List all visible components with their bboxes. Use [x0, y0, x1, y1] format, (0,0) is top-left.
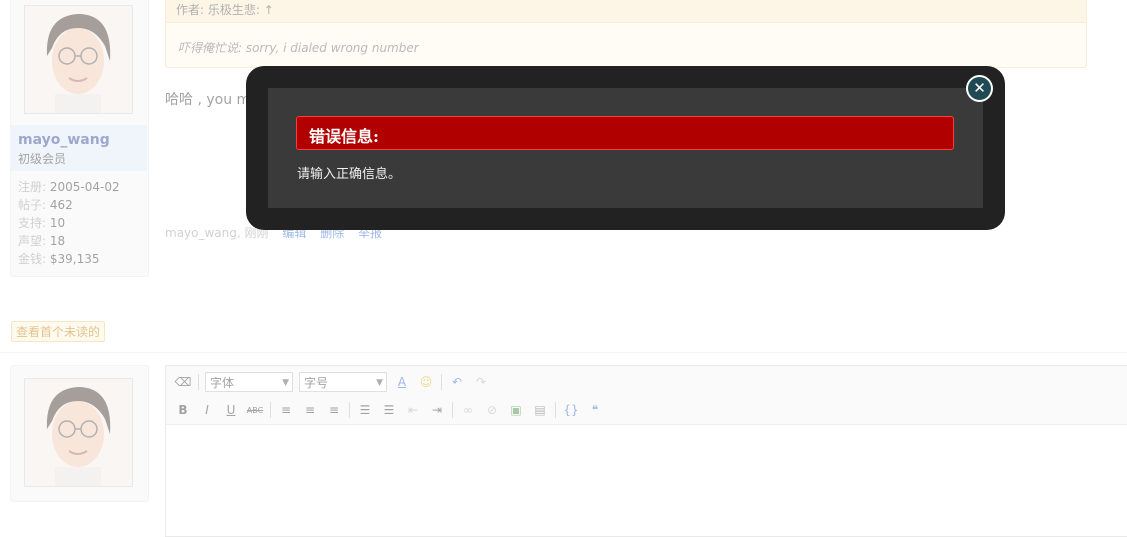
error-dialog: 错误信息: 请输入正确信息。 ✕: [246, 66, 1005, 230]
smiley-icon[interactable]: ☺: [417, 373, 435, 391]
user-rank: 初级会员: [18, 152, 67, 166]
media-icon[interactable]: ▤: [531, 401, 549, 419]
quote-block: 作者: 乐极生悲: ↑ 吓得俺忙说: sorry, i dialed wrong…: [165, 0, 1087, 68]
view-first-unread-button[interactable]: 查看首个未读的: [11, 321, 106, 342]
error-message: 请输入正确信息。: [297, 167, 402, 182]
stat-money: 金钱: $39,135: [18, 252, 100, 266]
font-color-icon[interactable]: A: [393, 373, 411, 391]
divider: [0, 352, 1127, 353]
toolbar-separator: [198, 374, 199, 390]
stat-support: 支持: 10: [18, 216, 66, 230]
user-stats: 注册: 2005-04-02 帖子: 462 支持: 10 声望: 18 金钱:…: [18, 178, 120, 268]
reply-editor: ⌫ 字体 ▼ 字号 ▼ A ☺ ↶ ↷ B I U ABC ≡ ≡ ≡ ☰ ☰ …: [165, 365, 1127, 537]
link-icon[interactable]: ∞: [459, 401, 477, 419]
toolbar-separator: [349, 402, 350, 418]
toolbar-separator: [452, 402, 453, 418]
unlink-icon[interactable]: ⊘: [483, 401, 501, 419]
align-center-icon[interactable]: ≡: [301, 401, 319, 419]
close-button[interactable]: ✕: [966, 75, 993, 102]
eraser-icon[interactable]: ⌫: [174, 373, 192, 391]
redo-icon[interactable]: ↷: [472, 373, 490, 391]
quote-header: 作者: 乐极生悲: ↑: [166, 0, 1086, 23]
outdent-icon[interactable]: ⇤: [404, 401, 422, 419]
toolbar-separator: [270, 402, 271, 418]
align-left-icon[interactable]: ≡: [277, 401, 295, 419]
strikethrough-icon[interactable]: ABC: [246, 401, 264, 419]
toolbar-separator: [555, 402, 556, 418]
align-right-icon[interactable]: ≡: [325, 401, 343, 419]
stat-posts: 帖子: 462: [18, 198, 73, 212]
numbered-list-icon[interactable]: ☰: [380, 401, 398, 419]
editor-toolbar: ⌫ 字体 ▼ 字号 ▼ A ☺ ↶ ↷ B I U ABC ≡ ≡ ≡ ☰ ☰ …: [166, 366, 1127, 425]
quote-text: 吓得俺忙说: sorry, i dialed wrong number: [178, 41, 419, 55]
error-title: 错误信息:: [309, 127, 379, 146]
stat-registered: 注册: 2005-04-02: [18, 180, 120, 194]
italic-icon[interactable]: I: [198, 401, 216, 419]
underline-icon[interactable]: U: [222, 401, 240, 419]
user-card: mayo_wang 初级会员: [10, 125, 147, 171]
toolbar-row-2: B I U ABC ≡ ≡ ≡ ☰ ☰ ⇤ ⇥ ∞ ⊘ ▣ ▤ {} ❝: [174, 399, 604, 421]
post-meta: mayo_wang, 刚刚: [165, 226, 269, 240]
indent-icon[interactable]: ⇥: [428, 401, 446, 419]
avatar[interactable]: [24, 5, 133, 114]
undo-icon[interactable]: ↶: [448, 373, 466, 391]
toolbar-separator: [441, 374, 442, 390]
bold-icon[interactable]: B: [174, 401, 192, 419]
username-link[interactable]: mayo_wang: [18, 132, 110, 148]
image-icon[interactable]: ▣: [507, 401, 525, 419]
quote-author[interactable]: 作者: 乐极生悲: ↑: [176, 1, 274, 18]
error-header: 错误信息:: [296, 116, 954, 150]
stat-reputation: 声望: 18: [18, 234, 66, 248]
font-size-select[interactable]: 字号 ▼: [299, 372, 387, 392]
bullet-list-icon[interactable]: ☰: [356, 401, 374, 419]
avatar[interactable]: [24, 378, 133, 487]
close-icon: ✕: [968, 77, 991, 100]
quote-icon[interactable]: ❝: [586, 401, 604, 419]
toolbar-row-1: ⌫ 字体 ▼ 字号 ▼ A ☺ ↶ ↷: [174, 371, 490, 393]
code-icon[interactable]: {}: [562, 401, 580, 419]
font-family-select[interactable]: 字体 ▼: [205, 372, 293, 392]
